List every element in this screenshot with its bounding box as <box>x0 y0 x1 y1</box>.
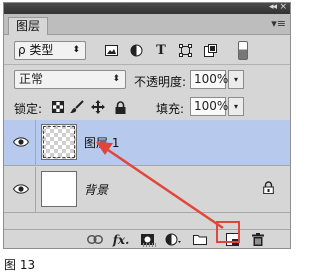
figure-caption: 图 13 <box>4 258 36 272</box>
blend-mode-value: 正常 <box>19 72 44 86</box>
highlight-box <box>216 221 240 243</box>
close-icon[interactable]: × <box>279 2 287 12</box>
layers-list: 图层 1 背景 <box>4 120 290 230</box>
opacity-label: 不透明度: <box>134 75 187 89</box>
filter-kind-label: ρ 类型 <box>18 43 54 57</box>
layer-name[interactable]: 图层 1 <box>84 134 119 151</box>
link-layers-icon[interactable] <box>86 232 104 247</box>
image-filter-icon[interactable] <box>103 42 119 58</box>
lock-move-icon[interactable] <box>90 99 106 115</box>
collapse-icon[interactable]: ◂◂ <box>269 2 277 12</box>
shape-filter-icon[interactable] <box>177 42 193 58</box>
fill-label: 填充: <box>156 102 185 116</box>
lock-all-icon[interactable] <box>112 99 128 115</box>
resize-grip[interactable] <box>143 243 157 247</box>
tab-row: 图层 ▾≡ <box>4 14 290 35</box>
opacity-dropdown-icon[interactable]: ▾ <box>228 70 244 89</box>
adjustment-filter-icon[interactable] <box>128 42 144 58</box>
panel-title-bar: ◂◂ × <box>4 2 290 14</box>
panel-menu-icon[interactable]: ▾≡ <box>271 17 286 30</box>
filter-kind-select[interactable]: ρ 类型 ⬍ <box>14 41 86 60</box>
divider <box>4 64 290 65</box>
smart-object-filter-icon[interactable] <box>202 42 218 58</box>
type-filter-icon[interactable]: T <box>153 42 169 58</box>
layer-row[interactable]: 图层 1 <box>4 120 290 166</box>
layers-panel: ◂◂ × 图层 ▾≡ ρ 类型 ⬍ T 正常 ⬍ 不透明度: 100% ▾ 锁定… <box>3 2 291 249</box>
delete-icon[interactable] <box>249 232 267 247</box>
adjustment-layer-icon[interactable] <box>164 232 182 247</box>
layers-bottom-bar: fx. <box>4 229 290 248</box>
layer-lock-icon <box>263 181 274 197</box>
layer-row[interactable]: 背景 <box>4 167 290 213</box>
visibility-eye-icon[interactable] <box>11 181 31 197</box>
layer-thumbnail <box>41 171 77 207</box>
opacity-input[interactable]: 100% <box>190 70 228 89</box>
fx-icon[interactable]: fx. <box>112 232 130 247</box>
lock-brush-icon[interactable] <box>69 99 85 115</box>
fill-dropdown-icon[interactable]: ▾ <box>228 97 244 116</box>
chevron-updown-icon: ⬍ <box>72 45 80 55</box>
layer-name[interactable]: 背景 <box>84 181 108 198</box>
blend-mode-select[interactable]: 正常 ⬍ <box>14 70 126 89</box>
lock-transparent-icon[interactable] <box>50 99 66 115</box>
lock-label: 锁定: <box>14 102 43 116</box>
tab-layers[interactable]: 图层 <box>8 17 48 35</box>
divider <box>35 120 36 166</box>
filter-toggle-switch[interactable] <box>238 41 248 60</box>
visibility-eye-icon[interactable] <box>11 134 31 150</box>
layer-thumbnail <box>41 124 77 160</box>
fill-input[interactable]: 100% <box>190 97 228 116</box>
new-group-icon[interactable] <box>191 232 209 247</box>
chevron-updown-icon: ⬍ <box>112 74 120 84</box>
divider <box>35 167 36 213</box>
